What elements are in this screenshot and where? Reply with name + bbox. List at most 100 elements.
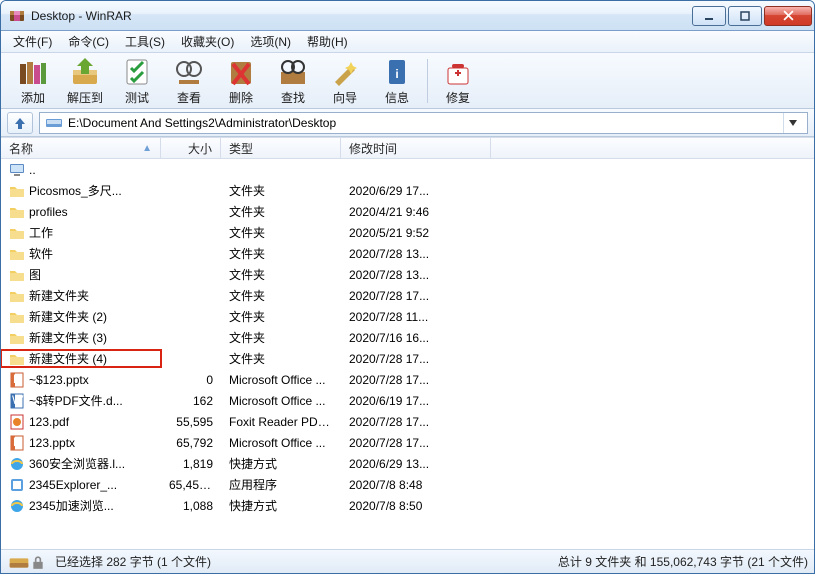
svg-text:i: i — [395, 67, 398, 81]
menubar: 文件(F) 命令(C) 工具(S) 收藏夹(O) 选项(N) 帮助(H) — [1, 31, 814, 53]
minimize-button[interactable] — [692, 6, 726, 26]
file-row[interactable]: 123.pdf55,595Foxit Reader PDF...2020/7/2… — [1, 411, 814, 432]
file-row[interactable]: Picosmos_多尺... 文件夹2020/6/29 17... — [1, 180, 814, 201]
folder-icon — [9, 267, 25, 283]
file-name-cell: 软件 — [1, 245, 161, 262]
file-date: 2020/7/28 11... — [341, 310, 491, 324]
file-row[interactable]: .. — [1, 159, 814, 180]
tool-find-label: 查找 — [281, 89, 305, 106]
file-row[interactable]: P123.pptx65,792Microsoft Office ...2020/… — [1, 432, 814, 453]
tool-repair-label: 修复 — [446, 89, 470, 106]
menu-options[interactable]: 选项(N) — [242, 31, 299, 52]
header-name[interactable]: 名称▲ — [1, 138, 161, 158]
file-row[interactable]: 工作文件夹2020/5/21 9:52 — [1, 222, 814, 243]
tool-view[interactable]: 查看 — [163, 55, 215, 107]
menu-favorites[interactable]: 收藏夹(O) — [173, 31, 242, 52]
file-name: 新建文件夹 (2) — [29, 308, 107, 325]
file-type: Microsoft Office ... — [221, 373, 341, 387]
tool-wizard[interactable]: 向导 — [319, 55, 371, 107]
toolbar: 添加 解压到 测试 查看 删除 查找 向导 i 信息 — [1, 53, 814, 109]
file-date: 2020/6/19 17... — [341, 394, 491, 408]
file-row[interactable]: 2345加速浏览...1,088快捷方式2020/7/8 8:50 — [1, 495, 814, 516]
tool-view-label: 查看 — [177, 89, 201, 106]
file-name: 360安全浏览器.l... — [29, 455, 125, 472]
docx-icon: W — [9, 393, 25, 409]
file-list[interactable]: ..Picosmos_多尺...文件夹2020/6/29 17...profil… — [1, 159, 814, 549]
tool-info-label: 信息 — [385, 89, 409, 106]
header-type[interactable]: 类型 — [221, 138, 341, 158]
file-type: 文件夹 — [221, 308, 341, 325]
menu-file[interactable]: 文件(F) — [5, 31, 60, 52]
tool-test[interactable]: 测试 — [111, 55, 163, 107]
menu-help[interactable]: 帮助(H) — [299, 31, 356, 52]
header-date[interactable]: 修改时间 — [341, 138, 491, 158]
file-date: 2020/6/29 17... — [341, 184, 491, 198]
file-name-cell: P123.pptx — [1, 435, 161, 451]
header-size[interactable]: 大小 — [161, 138, 221, 158]
status-left: 已经选择 282 字节 (1 个文件) — [7, 553, 548, 570]
tool-find[interactable]: 查找 — [267, 55, 319, 107]
file-row[interactable]: 软件 文件夹2020/7/28 13... — [1, 243, 814, 264]
file-date: 2020/7/28 17... — [341, 373, 491, 387]
file-date: 2020/5/21 9:52 — [341, 226, 491, 240]
file-date: 2020/7/28 13... — [341, 268, 491, 282]
tool-extract[interactable]: 解压到 — [59, 55, 111, 107]
chevron-down-icon — [789, 120, 797, 126]
tool-repair[interactable]: 修复 — [432, 55, 484, 107]
winrar-window: Desktop - WinRAR 文件(F) 命令(C) 工具(S) 收藏夹(O… — [0, 0, 815, 574]
file-type: Microsoft Office ... — [221, 394, 341, 408]
file-row[interactable]: 2345Explorer_...65,458,424应用程序2020/7/8 8… — [1, 474, 814, 495]
file-date: 2020/7/28 17... — [341, 436, 491, 450]
tool-info[interactable]: i 信息 — [371, 55, 423, 107]
file-row[interactable]: 新建文件夹 (3)文件夹2020/7/16 16... — [1, 327, 814, 348]
path-dropdown[interactable] — [783, 113, 801, 133]
tool-delete-label: 删除 — [229, 89, 253, 106]
file-row[interactable]: 新建文件夹 (2) 文件夹2020/7/28 11... — [1, 306, 814, 327]
pptx-icon: P — [9, 435, 25, 451]
menu-tools[interactable]: 工具(S) — [117, 31, 173, 52]
file-name: 2345加速浏览... — [29, 497, 114, 514]
file-row[interactable]: profiles文件夹2020/4/21 9:46 — [1, 201, 814, 222]
file-date: 2020/4/21 9:46 — [341, 205, 491, 219]
file-name: 软件 — [29, 245, 53, 262]
file-row[interactable]: P~$123.pptx0Microsoft Office ...2020/7/2… — [1, 369, 814, 390]
file-row[interactable]: 360安全浏览器.l...1,819快捷方式2020/6/29 13... — [1, 453, 814, 474]
svg-text:W: W — [12, 393, 24, 407]
file-name: 新建文件夹 (3) — [29, 329, 107, 346]
window-controls — [692, 6, 812, 26]
file-size: 1,088 — [161, 499, 221, 513]
file-date: 2020/7/8 8:50 — [341, 499, 491, 513]
file-name: ~$123.pptx — [29, 373, 89, 387]
path-input[interactable]: E:\Document And Settings2\Administrator\… — [39, 112, 808, 134]
iexplore-icon — [9, 456, 25, 472]
file-type: 文件夹 — [221, 266, 341, 283]
folder-icon — [9, 309, 25, 325]
file-date: 2020/7/28 13... — [341, 247, 491, 261]
pdf-icon — [9, 414, 25, 430]
maximize-button[interactable] — [728, 6, 762, 26]
file-name-cell: .. — [1, 162, 161, 178]
file-row[interactable]: 图文件夹2020/7/28 13... — [1, 264, 814, 285]
menu-commands[interactable]: 命令(C) — [60, 31, 117, 52]
tool-add[interactable]: 添加 — [7, 55, 59, 107]
info-icon: i — [381, 56, 413, 88]
up-button[interactable] — [7, 112, 33, 134]
status-total: 总计 9 文件夹 和 155,062,743 字节 (21 个文件) — [558, 553, 808, 570]
file-name: .. — [29, 163, 36, 177]
tool-test-label: 测试 — [125, 89, 149, 106]
file-row[interactable]: W~$转PDF文件.d...162Microsoft Office ...202… — [1, 390, 814, 411]
close-button[interactable] — [764, 6, 812, 26]
file-name: ~$转PDF文件.d... — [29, 392, 123, 409]
statusbar: 已经选择 282 字节 (1 个文件) 总计 9 文件夹 和 155,062,7… — [1, 549, 814, 573]
file-name: 2345Explorer_... — [29, 478, 117, 492]
computer-icon — [9, 162, 25, 178]
status-selection: 已经选择 282 字节 (1 个文件) — [55, 553, 211, 570]
file-type: 文件夹 — [221, 203, 341, 220]
file-type: 文件夹 — [221, 182, 341, 199]
file-row[interactable]: 新建文件夹 (4)文件夹2020/7/28 17... — [1, 348, 814, 369]
file-row[interactable]: 新建文件夹文件夹2020/7/28 17... — [1, 285, 814, 306]
file-type: 文件夹 — [221, 245, 341, 262]
tool-delete[interactable]: 删除 — [215, 55, 267, 107]
wizard-icon — [329, 56, 361, 88]
file-name-cell: Picosmos_多尺... — [1, 182, 161, 199]
